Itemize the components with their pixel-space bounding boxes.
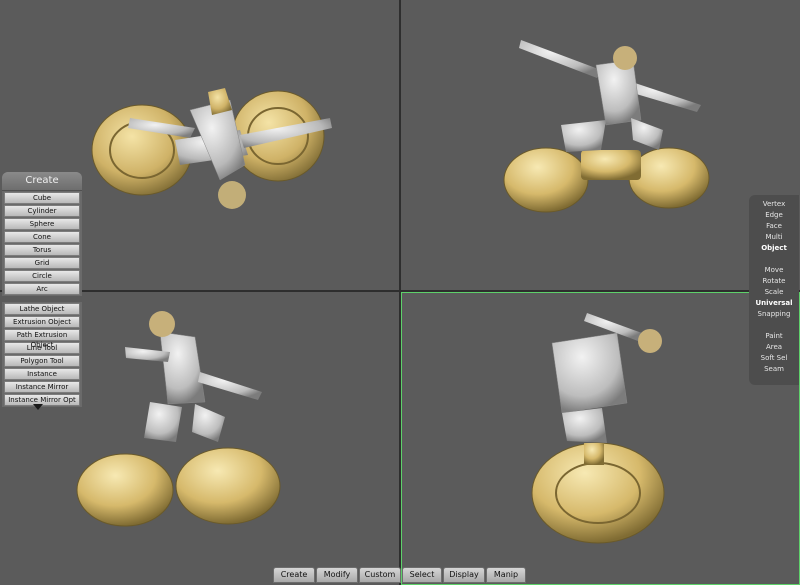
move-tool[interactable]: Move	[749, 265, 799, 276]
paint-mode[interactable]: Paint	[749, 331, 799, 342]
face-mode[interactable]: Face	[749, 221, 799, 232]
polygon-tool-button[interactable]: Polygon Tool	[4, 355, 80, 367]
universal-tool[interactable]: Universal	[749, 298, 799, 309]
cone-button[interactable]: Cone	[4, 231, 80, 243]
grid-button[interactable]: Grid	[4, 257, 80, 269]
line-tool-button[interactable]: Line Tool	[4, 342, 80, 354]
extrusion-object-button[interactable]: Extrusion Object	[4, 316, 80, 328]
tab-select[interactable]: Select	[402, 567, 442, 583]
viewport-bottom-right-active[interactable]	[401, 292, 800, 585]
tools-panel: Lathe Object Extrusion Object Path Extru…	[2, 302, 82, 407]
tab-manip[interactable]: Manip	[486, 567, 526, 583]
model-render-perspective	[503, 40, 710, 213]
tab-modify[interactable]: Modify	[316, 567, 358, 583]
edge-mode[interactable]: Edge	[749, 210, 799, 221]
cube-button[interactable]: Cube	[4, 192, 80, 204]
model-render-side	[531, 313, 665, 544]
multi-mode[interactable]: Multi	[749, 232, 799, 243]
lathe-object-button[interactable]: Lathe Object	[4, 303, 80, 315]
tab-create[interactable]: Create	[273, 567, 315, 583]
chevron-down-icon[interactable]	[33, 404, 43, 410]
mode-panel: Vertex Edge Face Multi Object Move Rotat…	[749, 195, 799, 385]
instance-mirror-button[interactable]: Instance Mirror	[4, 381, 80, 393]
area-mode[interactable]: Area	[749, 342, 799, 353]
rotate-tool[interactable]: Rotate	[749, 276, 799, 287]
soft-sel-mode[interactable]: Soft Sel	[749, 353, 799, 364]
path-extrusion-object-button[interactable]: Path Extrusion Object	[4, 329, 80, 349]
scale-tool[interactable]: Scale	[749, 287, 799, 298]
viewport-top-right[interactable]	[401, 0, 800, 290]
seam-mode[interactable]: Seam	[749, 364, 799, 375]
cylinder-button[interactable]: Cylinder	[4, 205, 80, 217]
snapping-toggle[interactable]: Snapping	[749, 309, 799, 320]
arc-button[interactable]: Arc	[4, 283, 80, 295]
create-panel: Create Cube Cylinder Sphere Cone Torus G…	[2, 172, 82, 296]
sphere-button[interactable]: Sphere	[4, 218, 80, 230]
tab-display[interactable]: Display	[443, 567, 485, 583]
instance-button[interactable]: Instance	[4, 368, 80, 380]
vertex-mode[interactable]: Vertex	[749, 199, 799, 210]
circle-button[interactable]: Circle	[4, 270, 80, 282]
tab-custom[interactable]: Custom	[359, 567, 401, 583]
torus-button[interactable]: Torus	[4, 244, 80, 256]
object-mode[interactable]: Object	[749, 243, 799, 254]
create-panel-title: Create	[2, 172, 82, 191]
